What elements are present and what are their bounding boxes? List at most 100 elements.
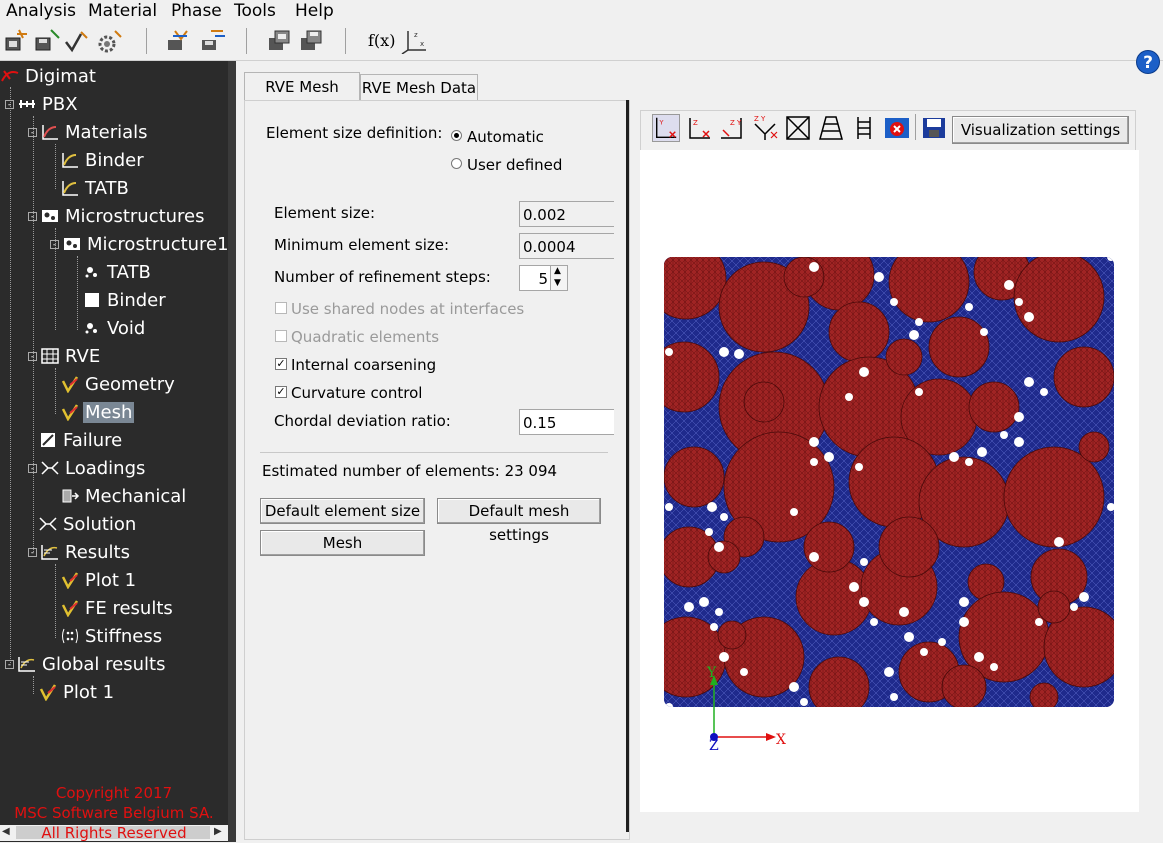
tree-node-mechanical[interactable]: Mechanical [60, 484, 188, 508]
check-analysis-icon[interactable] [63, 28, 91, 54]
analysis-tree: Digimat - PBX - Materials Binder TATB - … [0, 61, 231, 842]
collapse-icon[interactable]: - [5, 99, 14, 109]
collapse-icon[interactable]: - [28, 547, 37, 557]
tree-node-microstructure1[interactable]: - Microstructure1 [50, 232, 231, 256]
fit-icon[interactable] [784, 114, 812, 142]
visualization-settings-button[interactable]: Visualization settings [952, 116, 1129, 144]
tree-node-failure[interactable]: Failure [38, 428, 124, 452]
menu-material[interactable]: Material [88, 0, 157, 22]
tree-node-phase-tatb[interactable]: TATB [82, 260, 153, 284]
tree-label: FE results [85, 597, 173, 619]
copyright-line: All Rights Reserved [41, 824, 187, 842]
menu-tools[interactable]: Tools [234, 0, 276, 22]
tree-label: PBX [42, 93, 78, 115]
tree-node-microstructures[interactable]: - Microstructures [28, 204, 207, 228]
tree-node-fe-results[interactable]: FE results [60, 596, 175, 620]
tree-node-global-results[interactable]: - Global results [5, 652, 167, 676]
svg-text:Z: Z [693, 119, 698, 127]
function-icon[interactable]: f(x) [368, 31, 395, 50]
copy-window-icon[interactable] [265, 28, 293, 54]
plot-check-icon [39, 684, 57, 701]
fe-results-check-icon [61, 600, 79, 617]
element-size-label: Element size: [274, 204, 376, 222]
tree-node-phase-void[interactable]: Void [82, 316, 147, 340]
tree-node-rve[interactable]: - RVE [28, 344, 102, 368]
tree-node-digimat[interactable]: Digimat [0, 64, 98, 88]
save-analysis-icon[interactable] [33, 28, 61, 54]
copyright-line: MSC Software Belgium SA. [14, 804, 214, 822]
collapse-icon[interactable]: - [28, 351, 37, 361]
tree-node-global-plot1[interactable]: Plot 1 [38, 680, 116, 704]
view-zy-icon[interactable]: Z Y [718, 114, 746, 142]
collapse-icon[interactable]: - [28, 211, 37, 221]
chordal-deviation-input[interactable]: 0.15 [519, 409, 614, 435]
axes-icon[interactable]: zx [400, 28, 428, 54]
collapse-icon[interactable]: - [28, 127, 37, 137]
tree-node-mesh[interactable]: Mesh [60, 400, 135, 424]
default-element-size-button[interactable]: Default element size [260, 498, 425, 524]
default-mesh-settings-button[interactable]: Default mesh settings [437, 498, 601, 544]
automatic-radio[interactable] [451, 130, 462, 141]
ladder-icon[interactable] [850, 114, 878, 142]
min-element-size-label: Minimum element size: [274, 236, 450, 254]
import-icon[interactable] [199, 28, 227, 54]
close-red-icon[interactable] [883, 114, 911, 142]
inclusion-phase-icon [85, 267, 97, 278]
collapse-icon[interactable]: - [28, 463, 37, 473]
mesh-button[interactable]: Mesh [260, 530, 425, 556]
panel-splitter[interactable] [626, 100, 629, 832]
view-xy-icon[interactable]: Y [652, 114, 680, 142]
tab-rve-mesh[interactable]: RVE Mesh [244, 72, 360, 101]
digimat-logo-icon [1, 70, 19, 82]
settings-gear-icon[interactable] [95, 28, 123, 54]
tree-label: Results [65, 541, 130, 563]
internal-coarsening-label: Internal coarsening [291, 356, 437, 374]
refinement-steps-input[interactable]: 5 [519, 265, 551, 291]
solution-icon [39, 517, 57, 531]
menu-analysis[interactable]: Analysis [6, 0, 76, 22]
collapse-icon[interactable]: - [5, 659, 14, 669]
tree-node-materials[interactable]: - Materials [28, 120, 150, 144]
perspective-icon[interactable] [817, 114, 845, 142]
save-icon[interactable] [920, 114, 948, 142]
axis-y-label: Y [707, 665, 717, 681]
tree-node-phase-binder[interactable]: Binder [82, 288, 168, 312]
user-defined-radio[interactable] [451, 158, 462, 169]
toolbar-separator [345, 28, 346, 54]
tree-node-solution[interactable]: Solution [38, 512, 138, 536]
internal-coarsening-checkbox[interactable]: ✓ [275, 358, 287, 370]
tree-node-results[interactable]: - Results [28, 540, 132, 564]
tree-guide [10, 87, 11, 663]
tree-label: Microstructure1 [87, 233, 229, 255]
export-icon[interactable] [165, 28, 193, 54]
spin-up-icon[interactable]: ▲ [554, 266, 561, 276]
svg-text:Z Y: Z Y [730, 119, 742, 127]
automatic-label: Automatic [467, 128, 544, 146]
menu-phase[interactable]: Phase [171, 0, 222, 22]
collapse-icon[interactable]: - [50, 239, 59, 249]
tree-node-geometry[interactable]: Geometry [60, 372, 177, 396]
tree-node-stiffness[interactable]: Stiffness [60, 624, 164, 648]
tree-node-binder-material[interactable]: Binder [60, 148, 146, 172]
tree-node-plot1[interactable]: Plot 1 [60, 568, 138, 592]
new-analysis-icon[interactable] [3, 28, 31, 54]
tree-label: Binder [85, 149, 144, 171]
tree-label: Mechanical [85, 485, 187, 507]
view-iso-icon[interactable]: Z Y [751, 114, 779, 142]
menu-help[interactable]: Help [295, 0, 334, 22]
help-icon[interactable]: ? [1136, 50, 1160, 74]
curvature-control-checkbox[interactable]: ✓ [275, 386, 287, 398]
tab-rve-mesh-data[interactable]: RVE Mesh Data [360, 74, 478, 101]
tree-node-loadings[interactable]: - Loadings [28, 456, 147, 480]
curvature-control-label: Curvature control [291, 384, 423, 402]
view-zx-icon[interactable]: Z [685, 114, 713, 142]
save-window-icon[interactable] [297, 28, 325, 54]
splitter[interactable] [228, 61, 236, 842]
tree-node-tatb-material[interactable]: TATB [60, 176, 131, 200]
tree-node-pbx[interactable]: - PBX [5, 92, 80, 116]
global-results-icon [18, 657, 35, 672]
tree-label: Solution [63, 513, 137, 535]
spin-down-icon[interactable]: ▼ [554, 278, 561, 288]
geometry-check-icon [61, 376, 79, 393]
refinement-spinner[interactable]: ▲ ▼ [550, 265, 568, 291]
